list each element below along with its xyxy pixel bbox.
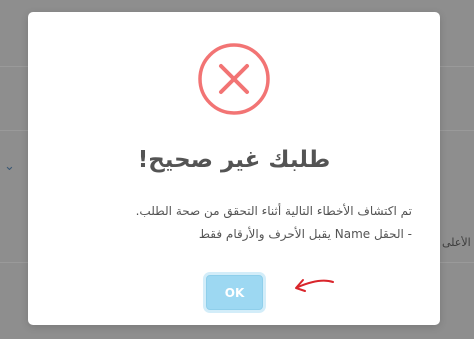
chevron-down-icon: ⌄ [4,159,15,174]
dialog-message: تم اكتشاف الأخطاء التالية أثناء التحقق م… [58,200,412,246]
ok-button[interactable]: OK [206,275,263,310]
background-table-text: الأعلى [442,236,471,249]
error-dialog: طلبك غير صحيح! تم اكتشاف الأخطاء التالية… [28,12,440,325]
message-line: تم اكتشاف الأخطاء التالية أثناء التحقق م… [135,204,412,218]
red-arrow-pointer-icon [295,279,334,292]
dialog-title: طلبك غير صحيح! [137,147,331,173]
error-x-circle-icon [198,43,270,115]
message-line: - الحقل Name يقبل الأحرف والأرقام فقط [198,227,412,241]
